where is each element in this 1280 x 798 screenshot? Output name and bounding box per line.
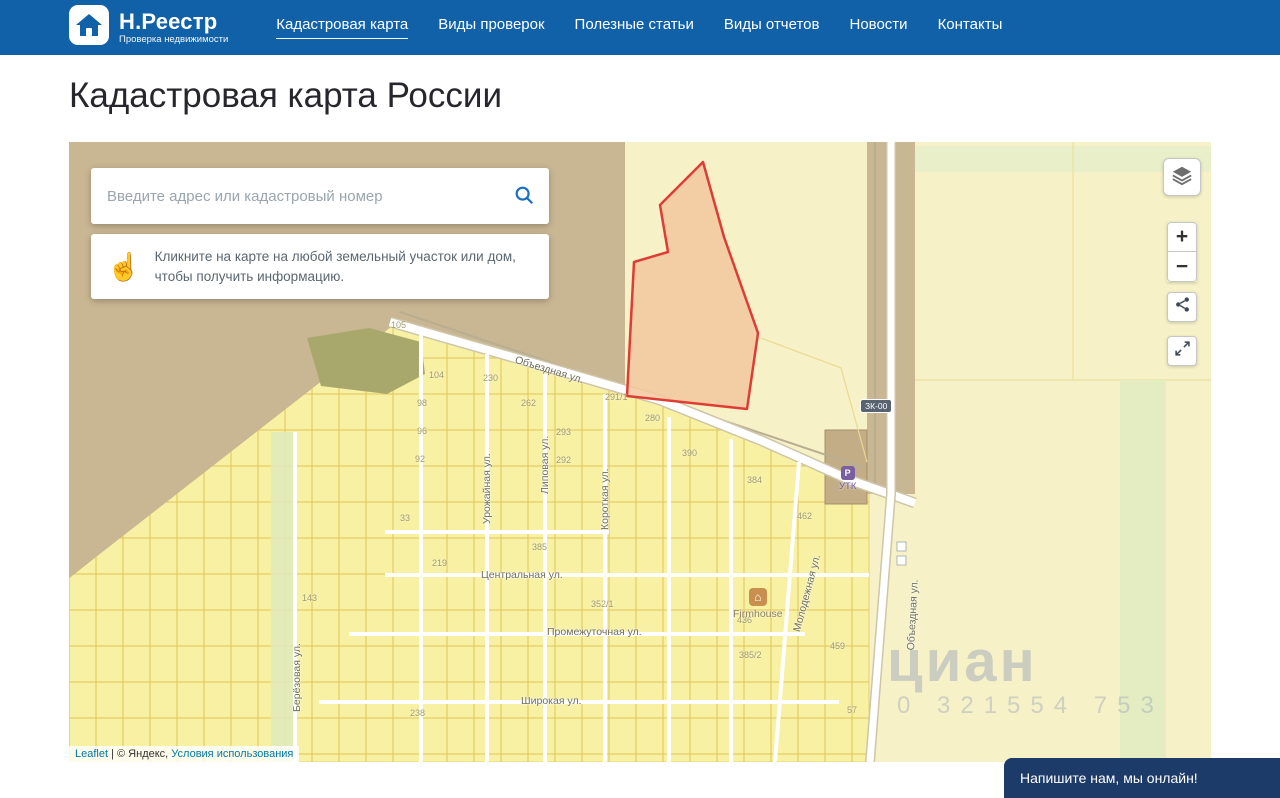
map-hint-card: ☝ Кликните на карте на любой земельный у… — [91, 234, 549, 300]
nav-item-3[interactable]: Полезные статьи — [575, 16, 694, 39]
nav-item-4[interactable]: Виды отчетов — [724, 16, 820, 39]
logo-text: Н.Реестр Проверка недвижимости — [119, 10, 228, 45]
logo[interactable]: Н.Реестр Проверка недвижимости — [69, 5, 228, 50]
map-green-strip-right — [1120, 380, 1166, 762]
map-container[interactable]: Объездная ул. Объездная ул. Урожайная ул. Л… — [69, 142, 1211, 762]
layers-button[interactable] — [1163, 158, 1201, 196]
chat-widget[interactable]: Напишите нам, мы онлайн! — [1004, 758, 1280, 798]
green-lane — [271, 432, 293, 762]
attribution-separator: | © — [108, 748, 129, 760]
fullscreen-icon — [1174, 340, 1191, 362]
zoom-out-button[interactable]: − — [1167, 252, 1197, 282]
attribution-provider: Яндекс, — [128, 748, 172, 760]
main-nav: Кадастровая карта Виды проверок Полезные с… — [276, 16, 1002, 39]
zoom-control: + − — [1167, 222, 1197, 282]
logo-title: Н.Реестр — [119, 8, 218, 34]
logo-subtitle: Проверка недвижимости — [119, 34, 229, 46]
transit-stop-icon — [896, 541, 907, 552]
transit-stop-icon — [896, 555, 907, 566]
logo-house-icon — [69, 5, 109, 50]
fullscreen-button[interactable] — [1167, 336, 1197, 366]
nav-item-2[interactable]: Виды проверок — [438, 16, 544, 39]
nav-item-1[interactable]: Кадастровая карта — [276, 16, 409, 39]
share-icon — [1174, 296, 1191, 318]
hand-click-icon: ☝ — [107, 251, 141, 282]
hint-text: Кликните на карте на любой земельный уча… — [154, 249, 516, 284]
map-attribution: Leaflet | © Яндекс, Условия использовани… — [69, 746, 300, 762]
search-icon — [513, 184, 535, 209]
nav-item-5[interactable]: Новости — [849, 16, 907, 39]
search-input[interactable] — [107, 187, 513, 205]
share-button[interactable] — [1167, 292, 1197, 322]
nav-item-6[interactable]: Контакты — [938, 16, 1003, 39]
page-title: Кадастровая карта России — [69, 76, 502, 115]
chat-widget-text: Напишите нам, мы онлайн! — [1020, 770, 1198, 786]
layers-icon — [1171, 164, 1193, 191]
search-button[interactable] — [513, 184, 535, 209]
leaflet-link[interactable]: Leaflet — [75, 748, 108, 760]
map-controls: + − — [1163, 158, 1201, 366]
zoom-in-button[interactable]: + — [1167, 222, 1197, 252]
map-search-card — [91, 168, 549, 224]
terms-link[interactable]: Условия использования — [171, 748, 293, 760]
header: Н.Реестр Проверка недвижимости Кадастров… — [0, 0, 1280, 55]
